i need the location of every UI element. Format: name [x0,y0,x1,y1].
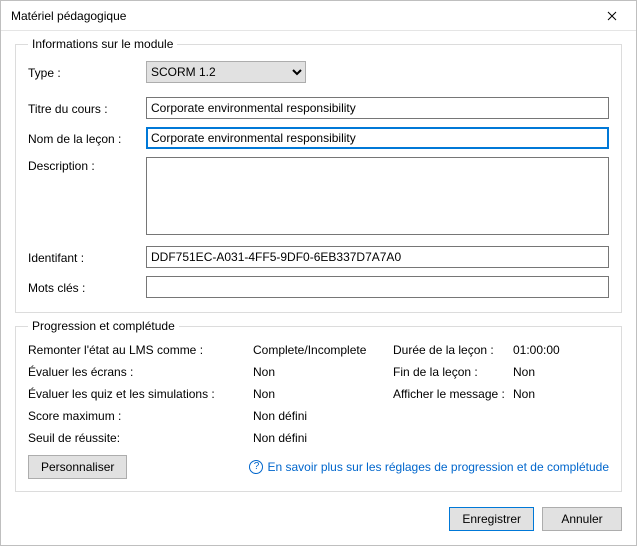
learn-more-link[interactable]: ? En savoir plus sur les réglages de pro… [249,460,609,474]
lesson-name-label: Nom de la leçon : [28,130,146,146]
report-status-label: Remonter l'état au LMS comme : [28,343,253,357]
dialog-footer: Enregistrer Annuler [1,495,636,545]
lesson-name-input[interactable] [146,127,609,149]
pass-threshold-value: Non défini [253,431,393,445]
identifier-label: Identifant : [28,249,146,265]
max-score-value: Non défini [253,409,393,423]
dialog-content: Informations sur le module Type : SCORM … [1,31,636,495]
pass-threshold-label: Seuil de réussite: [28,431,253,445]
dialog-title: Matériel pédagogique [11,9,596,23]
report-status-value: Complete/Incomplete [253,343,393,357]
lesson-duration-value: 01:00:00 [513,343,593,357]
eval-quiz-value: Non [253,387,393,401]
eval-screens-value: Non [253,365,393,379]
keywords-label: Mots clés : [28,279,146,295]
type-select[interactable]: SCORM 1.2 [146,61,306,83]
close-icon[interactable] [596,4,628,28]
save-button[interactable]: Enregistrer [449,507,534,531]
dialog-window: Matériel pédagogique Informations sur le… [0,0,637,546]
lesson-duration-label: Durée de la leçon : [393,343,513,357]
show-message-value: Non [513,387,593,401]
show-message-label: Afficher le message : [393,387,513,401]
eval-screens-label: Évaluer les écrans : [28,365,253,379]
titlebar: Matériel pédagogique [1,1,636,31]
type-label: Type : [28,64,146,80]
eval-quiz-label: Évaluer les quiz et les simulations : [28,387,253,401]
customize-button[interactable]: Personnaliser [28,455,127,479]
description-label: Description : [28,157,146,173]
keywords-input[interactable] [146,276,609,298]
learn-more-text: En savoir plus sur les réglages de progr… [267,460,609,474]
description-textarea[interactable] [146,157,609,235]
cancel-button[interactable]: Annuler [542,507,622,531]
module-info-legend: Informations sur le module [28,37,177,51]
lesson-end-label: Fin de la leçon : [393,365,513,379]
max-score-label: Score maximum : [28,409,253,423]
module-info-group: Informations sur le module Type : SCORM … [15,37,622,313]
course-title-label: Titre du cours : [28,100,146,116]
progress-group: Progression et complétude Remonter l'éta… [15,319,622,492]
help-icon: ? [249,460,263,474]
progress-legend: Progression et complétude [28,319,179,333]
lesson-end-value: Non [513,365,593,379]
course-title-input[interactable] [146,97,609,119]
identifier-input[interactable] [146,246,609,268]
